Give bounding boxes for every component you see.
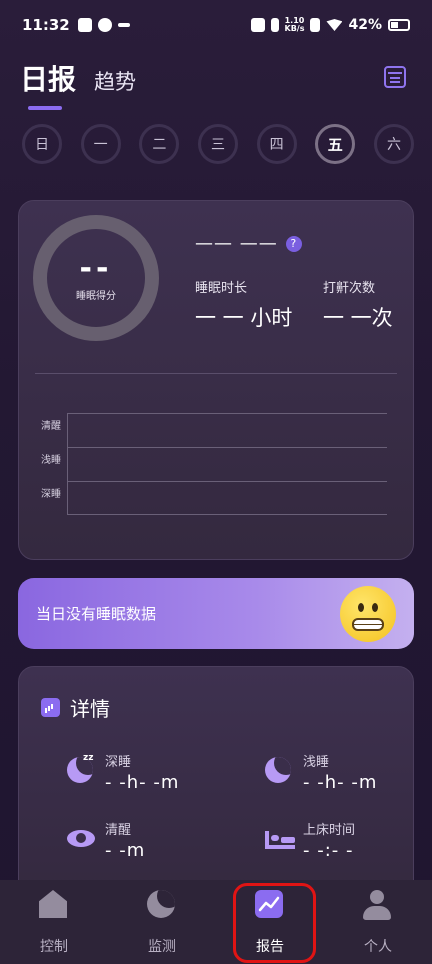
active-tab-indicator xyxy=(28,106,62,110)
light-sleep-value: - -h- -m xyxy=(303,772,378,793)
awake-value: - -m xyxy=(105,840,146,861)
bar-chart-icon xyxy=(41,698,60,717)
nav-monitor[interactable]: 监测 xyxy=(108,880,216,964)
detail-deep-sleep: zz 深睡 - -h- -m xyxy=(67,751,179,793)
bed-icon xyxy=(265,825,295,855)
nav-control[interactable]: 控制 xyxy=(0,880,108,964)
nav-monitor-label: 监测 xyxy=(148,939,176,955)
network-speed: 1.10 KB/s xyxy=(284,16,305,33)
highlight-box xyxy=(233,883,316,963)
help-icon[interactable]: ? xyxy=(285,235,302,252)
day-thu[interactable]: 四 xyxy=(256,124,297,164)
vibrate-icon xyxy=(270,18,279,32)
sleep-score-value: -- xyxy=(79,250,113,286)
awake-label: 清醒 xyxy=(105,823,132,838)
stage-awake-label: 清醒 xyxy=(41,421,61,432)
bottom-nav: 控制 监测 报告 个人 xyxy=(0,880,432,964)
deep-sleep-moon-icon: zz xyxy=(67,753,97,787)
person-icon xyxy=(363,890,393,922)
grimacing-face-icon xyxy=(340,585,396,642)
wifi-icon xyxy=(326,19,343,31)
day-wed[interactable]: 三 xyxy=(197,124,238,164)
sleep-score-label: 睡眠得分 xyxy=(76,290,116,302)
moon-icon xyxy=(147,890,177,922)
calendar-icon[interactable] xyxy=(384,66,406,88)
tab-daily-report[interactable]: 日报 xyxy=(20,58,77,110)
divider xyxy=(35,373,397,374)
notification-app-icon xyxy=(97,18,112,32)
no-sim-icon xyxy=(310,18,321,32)
tab-trend[interactable]: 趋势 xyxy=(94,66,136,96)
battery-icon xyxy=(388,19,410,31)
detail-light-sleep: 浅睡 - -h- -m xyxy=(265,751,377,793)
detail-bedtime: 上床时间 - -:- - xyxy=(265,819,355,861)
details-card: 详情 zz 深睡 - -h- -m 浅睡 - -h- -m 清醒 - -m 上床… xyxy=(18,666,414,896)
time-range-value: —— —— xyxy=(195,233,278,254)
sleep-duration-value: 一 一 小时 xyxy=(195,306,293,330)
details-header: 详情 xyxy=(41,693,110,722)
stage-light-label: 浅睡 xyxy=(41,455,61,466)
snore-count-label: 打鼾次数 xyxy=(323,281,376,296)
header-tabs: 日报 趋势 xyxy=(20,58,136,110)
day-mon[interactable]: 一 xyxy=(80,124,121,164)
more-notifications-icon xyxy=(117,23,130,27)
snore-count-value: 一 一次 xyxy=(323,306,393,330)
sleep-summary-card: -- 睡眠得分 —— —— ? 睡眠时长 一 一 小时 打鼾次数 一 一次 清醒… xyxy=(18,200,414,560)
sleep-score-ring: -- 睡眠得分 xyxy=(33,215,159,341)
stage-deep-label: 深睡 xyxy=(41,489,61,500)
eye-icon xyxy=(67,825,97,855)
no-data-banner: 当日没有睡眠数据 xyxy=(18,578,414,649)
notification-app-icon xyxy=(77,18,92,32)
nav-profile[interactable]: 个人 xyxy=(324,880,432,964)
day-tue[interactable]: 二 xyxy=(139,124,180,164)
status-bar: 11:32 1.10 KB/s 42% xyxy=(0,0,432,50)
bedtime-value: - -:- - xyxy=(303,840,354,861)
stage-row-deep xyxy=(67,481,387,515)
nav-profile-label: 个人 xyxy=(364,939,392,955)
snore-count: 打鼾次数 一 一次 xyxy=(323,277,393,332)
deep-sleep-value: - -h- -m xyxy=(105,772,180,793)
camera-icon xyxy=(250,18,265,32)
light-sleep-moon-icon xyxy=(265,757,295,787)
detail-awake: 清醒 - -m xyxy=(67,819,145,861)
weekday-selector: 日 一 二 三 四 五 六 xyxy=(22,124,414,164)
day-sat[interactable]: 六 xyxy=(373,124,414,164)
stage-row-light xyxy=(67,447,387,481)
day-sun[interactable]: 日 xyxy=(22,124,62,164)
home-icon xyxy=(39,890,69,922)
sleep-time-range: —— —— ? xyxy=(195,233,302,254)
light-sleep-label: 浅睡 xyxy=(303,755,330,770)
tab-daily-label: 日报 xyxy=(20,63,77,96)
bedtime-label: 上床时间 xyxy=(303,823,356,838)
deep-sleep-label: 深睡 xyxy=(105,755,132,770)
battery-percent: 42% xyxy=(348,17,382,33)
status-time: 11:32 xyxy=(22,16,70,34)
details-title: 详情 xyxy=(70,697,110,721)
stage-row-awake xyxy=(67,413,387,447)
sleep-duration-label: 睡眠时长 xyxy=(195,281,248,296)
nav-control-label: 控制 xyxy=(40,939,68,955)
day-fri-selected[interactable]: 五 xyxy=(315,124,356,164)
no-data-text: 当日没有睡眠数据 xyxy=(36,605,157,623)
notification-icons xyxy=(77,18,130,32)
sleep-duration: 睡眠时长 一 一 小时 xyxy=(195,277,292,332)
